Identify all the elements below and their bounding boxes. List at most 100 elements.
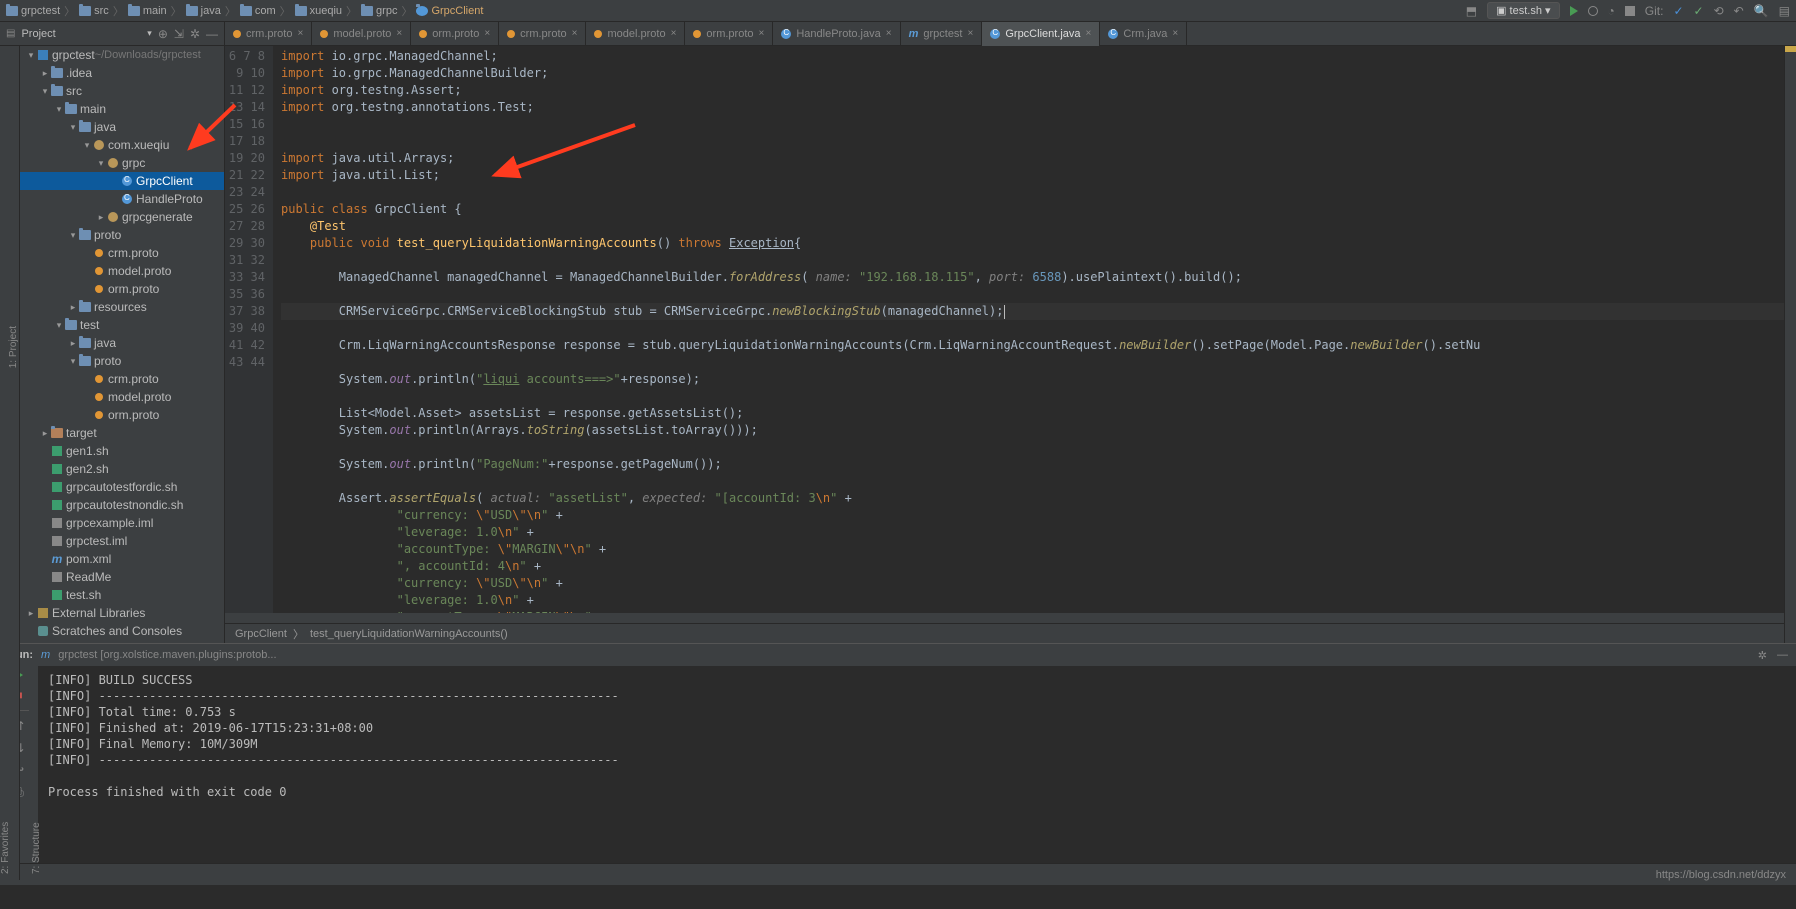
editor-tab[interactable]: model.proto×: [586, 22, 685, 46]
tree-node[interactable]: ▸target: [20, 424, 224, 442]
project-tool-header[interactable]: ▤ Project ▾ ⊕ ⇲ ✲ —: [0, 22, 225, 45]
debug-icon[interactable]: [1588, 6, 1598, 16]
close-icon[interactable]: ×: [396, 28, 402, 39]
editor-tab[interactable]: Crm.java×: [1100, 22, 1187, 46]
tree-node[interactable]: orm.proto: [20, 280, 224, 298]
tree-node[interactable]: GrpcClient: [20, 172, 224, 190]
close-icon[interactable]: ×: [759, 28, 765, 39]
tree-node[interactable]: mpom.xml: [20, 550, 224, 568]
tree-node[interactable]: model.proto: [20, 262, 224, 280]
error-stripe[interactable]: [1784, 46, 1796, 643]
tree-node[interactable]: grpcautotestfordic.sh: [20, 478, 224, 496]
breadcrumb-item[interactable]: grpc: [361, 5, 397, 17]
breadcrumb-item[interactable]: com: [240, 5, 276, 17]
hide-icon[interactable]: —: [1777, 649, 1788, 662]
run-tool-window: Run: m grpctest [org.xolstice.maven.plug…: [0, 643, 1796, 863]
editor-tabs: crm.proto×model.proto×orm.proto×crm.prot…: [225, 22, 1796, 46]
gear-icon[interactable]: ✲: [190, 27, 200, 41]
collapse-all-icon[interactable]: ⇲: [174, 27, 184, 41]
build-icon[interactable]: ⬒: [1466, 4, 1477, 18]
editor-tab[interactable]: mgrpctest×: [901, 22, 983, 46]
tree-node[interactable]: ▾src: [20, 82, 224, 100]
editor-tab[interactable]: crm.proto×: [225, 22, 312, 46]
tree-node[interactable]: ▸grpcgenerate: [20, 208, 224, 226]
breadcrumb-item[interactable]: java: [186, 5, 221, 17]
scroll-from-source-icon[interactable]: ⊕: [158, 27, 168, 41]
tree-node[interactable]: crm.proto: [20, 370, 224, 388]
tree-node[interactable]: ▾proto: [20, 226, 224, 244]
close-icon[interactable]: ×: [968, 28, 974, 39]
breadcrumb-item[interactable]: main: [128, 5, 167, 17]
gear-icon[interactable]: ✲: [1758, 649, 1767, 662]
left-bottom-stripe: 7: Structure 2: Favorites: [0, 640, 20, 880]
close-icon[interactable]: ×: [1172, 28, 1178, 39]
breadcrumb-item[interactable]: xueqiu: [295, 5, 342, 17]
editor-tab[interactable]: crm.proto×: [499, 22, 586, 46]
structure-tab[interactable]: 7: Structure: [31, 640, 42, 874]
ide-settings-icon[interactable]: ▤: [1779, 4, 1790, 18]
close-icon[interactable]: ×: [484, 28, 490, 39]
breadcrumb-item[interactable]: grpctest: [6, 5, 60, 17]
tree-node[interactable]: orm.proto: [20, 406, 224, 424]
tree-node[interactable]: ▸resources: [20, 298, 224, 316]
breadcrumb: grpctest〉src〉main〉java〉com〉xueqiu〉grpc〉G…: [6, 3, 483, 19]
tree-node[interactable]: gen1.sh: [20, 442, 224, 460]
tree-node[interactable]: ▸.idea: [20, 64, 224, 82]
breadcrumb-item[interactable]: GrpcClient: [416, 5, 483, 17]
breadcrumb-item[interactable]: src: [79, 5, 109, 17]
editor-tab[interactable]: orm.proto×: [685, 22, 773, 46]
tree-node[interactable]: model.proto: [20, 388, 224, 406]
tree-node[interactable]: ▾grpc: [20, 154, 224, 172]
close-icon[interactable]: ×: [886, 28, 892, 39]
vcs-commit-icon[interactable]: ✓: [1694, 4, 1704, 18]
search-icon[interactable]: 🔍: [1754, 4, 1769, 18]
vcs-history-icon[interactable]: ⟲: [1714, 4, 1724, 18]
warning-marker[interactable]: [1785, 46, 1796, 52]
editor-breadcrumb[interactable]: GrpcClient 〉 test_queryLiquidationWarnin…: [225, 623, 1796, 643]
tree-node[interactable]: ▾grpctest ~/Downloads/grpctest: [20, 46, 224, 64]
tree-node[interactable]: ▾main: [20, 100, 224, 118]
tree-node[interactable]: gen2.sh: [20, 460, 224, 478]
editor-tab[interactable]: GrpcClient.java×: [982, 22, 1100, 46]
tree-node[interactable]: grpctest.iml: [20, 532, 224, 550]
breadcrumb-method[interactable]: test_queryLiquidationWarningAccounts(): [310, 628, 508, 640]
close-icon[interactable]: ×: [297, 28, 303, 39]
editor: 6 7 8 9 10 11 12 13 14 15 16 17 18 19 20…: [225, 46, 1796, 643]
run-config-selector[interactable]: ▣ test.sh ▾: [1487, 2, 1559, 19]
navigation-bar: grpctest〉src〉main〉java〉com〉xueqiu〉grpc〉G…: [0, 0, 1796, 22]
vcs-update-icon[interactable]: ✓: [1673, 4, 1683, 18]
close-icon[interactable]: ×: [1086, 28, 1092, 39]
tree-node[interactable]: ReadMe: [20, 568, 224, 586]
editor-tab[interactable]: HandleProto.java×: [773, 22, 900, 46]
tree-node[interactable]: Scratches and Consoles: [20, 622, 224, 640]
tree-node[interactable]: grpcexample.iml: [20, 514, 224, 532]
tree-node[interactable]: HandleProto: [20, 190, 224, 208]
tree-node[interactable]: crm.proto: [20, 244, 224, 262]
tree-node[interactable]: ▾test: [20, 316, 224, 334]
editor-tab[interactable]: orm.proto×: [411, 22, 499, 46]
run-icon[interactable]: [1570, 6, 1578, 16]
vcs-revert-icon[interactable]: ↶: [1734, 4, 1744, 18]
hide-icon[interactable]: —: [206, 27, 218, 41]
editor-tab[interactable]: model.proto×: [312, 22, 411, 46]
tree-node[interactable]: ▾java: [20, 118, 224, 136]
favorites-tab[interactable]: 2: Favorites: [0, 640, 11, 874]
run-output[interactable]: [INFO] BUILD SUCCESS [INFO] ------------…: [38, 666, 1796, 863]
code-content[interactable]: import io.grpc.ManagedChannel; import io…: [273, 46, 1796, 613]
left-tool-stripe[interactable]: 1: Project: [0, 46, 20, 643]
git-label: Git:: [1645, 4, 1664, 18]
stop-icon[interactable]: [1625, 6, 1635, 16]
tree-node[interactable]: ▾com.xueqiu: [20, 136, 224, 154]
coverage-icon[interactable]: ◔: [1608, 4, 1615, 18]
tree-node[interactable]: ▸External Libraries: [20, 604, 224, 622]
project-tree[interactable]: ▾grpctest ~/Downloads/grpctest▸.idea▾src…: [20, 46, 225, 643]
tree-node[interactable]: ▸java: [20, 334, 224, 352]
close-icon[interactable]: ×: [572, 28, 578, 39]
close-icon[interactable]: ×: [671, 28, 677, 39]
editor-horizontal-scrollbar[interactable]: [225, 613, 1796, 623]
project-tab[interactable]: 1: Project: [8, 326, 19, 368]
breadcrumb-class[interactable]: GrpcClient: [235, 628, 287, 640]
tree-node[interactable]: test.sh: [20, 586, 224, 604]
tree-node[interactable]: grpcautotestnondic.sh: [20, 496, 224, 514]
tree-node[interactable]: ▾proto: [20, 352, 224, 370]
